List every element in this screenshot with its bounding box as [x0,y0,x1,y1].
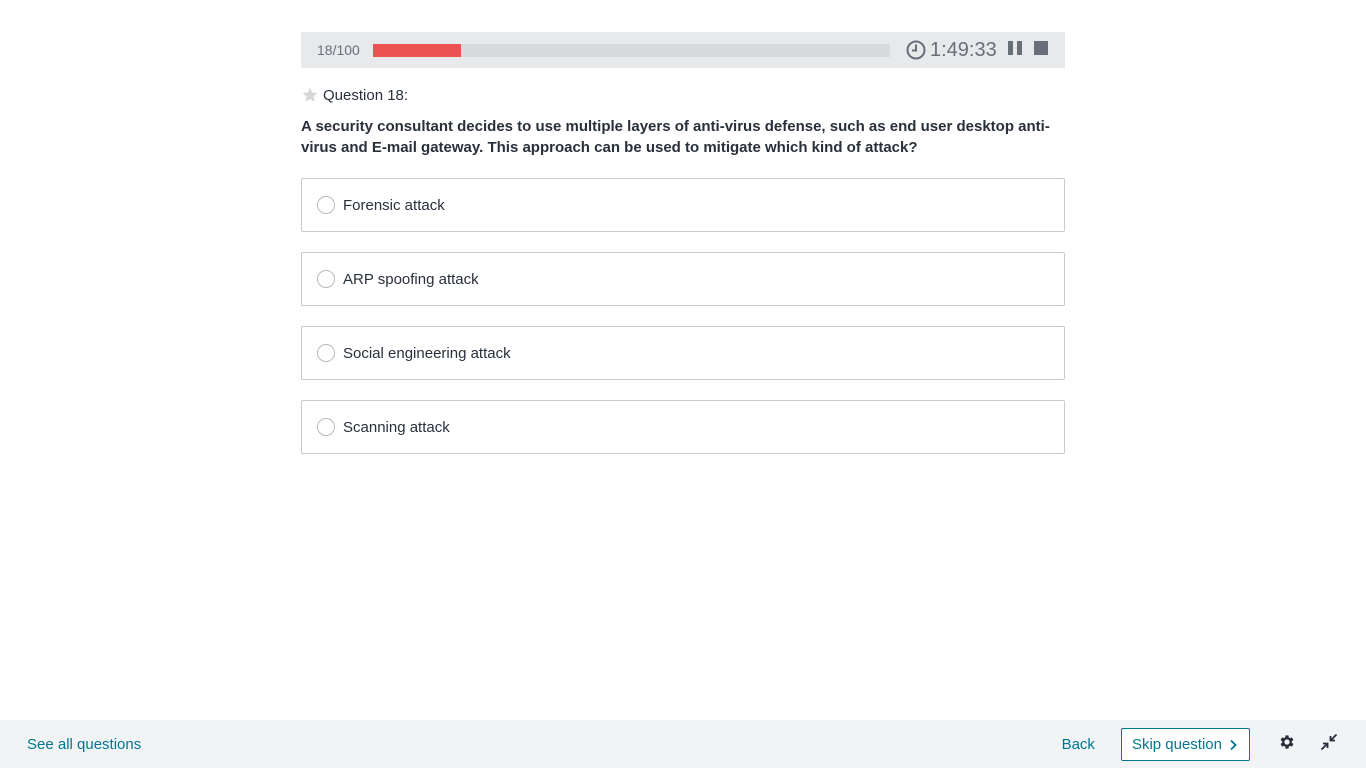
stop-button[interactable] [1031,40,1051,60]
answer-option[interactable]: ARP spoofing attack [301,252,1065,306]
collapse-icon [1320,733,1338,756]
progress-count: 18/100 [317,42,360,58]
skip-question-button[interactable]: Skip question [1120,727,1250,761]
timer-controls [1005,40,1051,60]
exit-fullscreen-button[interactable] [1319,733,1339,756]
radio-button[interactable] [317,418,335,436]
question-header: Question 18: [301,85,1065,105]
footer-bar: See all questions Back Skip question [0,720,1366,768]
radio-button[interactable] [317,344,335,362]
pause-icon [1007,40,1023,61]
answer-option[interactable]: Scanning attack [301,400,1065,454]
question-text: A security consultant decides to use mul… [301,118,1050,156]
star-icon[interactable] [301,86,319,104]
clock-icon [906,40,926,60]
gear-icon [1278,733,1296,756]
quiz-container: 18/100 1:49:33 Question 18: A security c… [301,32,1065,474]
progress-bar [373,43,890,57]
timer: 1:49:33 [906,39,997,62]
answer-option[interactable]: Forensic attack [301,178,1065,232]
stop-icon [1033,40,1049,61]
radio-button[interactable] [317,270,335,288]
answer-label: Social engineering attack [343,344,511,362]
pause-button[interactable] [1005,40,1025,60]
timer-value: 1:49:33 [930,38,997,61]
progress-header: 18/100 1:49:33 [301,32,1065,68]
answer-label: Forensic attack [343,196,445,214]
skip-question-label: Skip question [1131,735,1222,753]
see-all-questions-link[interactable]: See all questions [27,736,141,753]
answer-label: Scanning attack [343,418,450,436]
answer-option[interactable]: Social engineering attack [301,326,1065,380]
back-button[interactable]: Back [1062,736,1095,753]
settings-button[interactable] [1277,734,1297,754]
answer-label: ARP spoofing attack [343,270,479,288]
question-label: Question 18: [323,86,409,104]
progress-bar-fill [373,43,461,57]
answer-list: Forensic attack ARP spoofing attack Soci… [301,178,1065,454]
radio-button[interactable] [317,196,335,214]
footer-actions: Back Skip question [1062,727,1366,761]
chevron-right-icon [1228,738,1238,751]
